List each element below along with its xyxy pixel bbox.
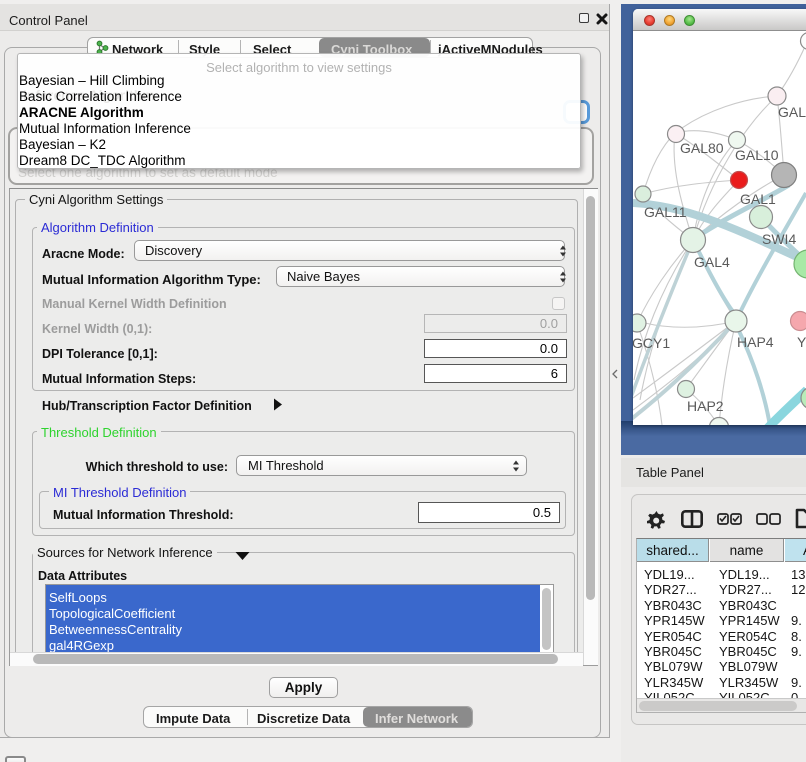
svg-text:Y: Y <box>797 334 806 350</box>
svg-text:GAL4: GAL4 <box>694 254 730 270</box>
svg-text:HAP4: HAP4 <box>737 334 774 350</box>
svg-text:GAL: GAL <box>778 104 806 120</box>
svg-text:SWI4: SWI4 <box>762 231 796 247</box>
svg-text:GCY1: GCY1 <box>633 335 670 351</box>
svg-text:HAP2: HAP2 <box>687 398 724 414</box>
svg-text:GAL1: GAL1 <box>740 191 776 207</box>
svg-text:GAL10: GAL10 <box>735 147 779 163</box>
svg-text:GAL11: GAL11 <box>644 204 687 220</box>
svg-text:GAL80: GAL80 <box>680 140 724 156</box>
